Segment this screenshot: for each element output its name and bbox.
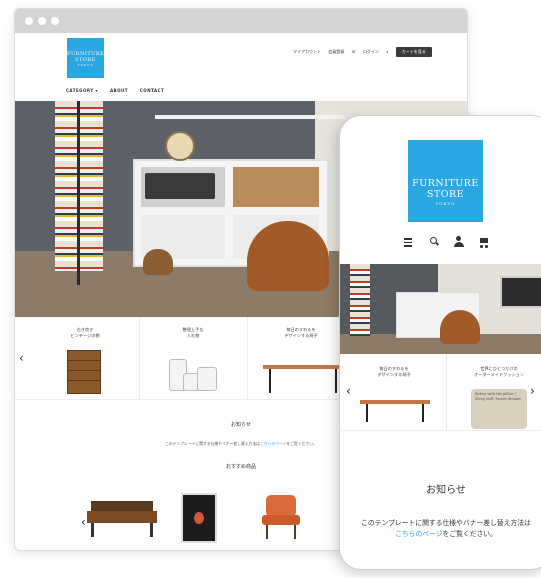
logo-line-1: FURNITURE [412,178,479,189]
window-dot-icon [25,17,33,25]
products-prev-icon[interactable]: ‹ [81,515,86,529]
category-label: 毎日のすわるを デザインする椅子 [377,366,411,377]
category-label: 世界にひとつだけの オーダーメイドクッション [473,366,525,377]
mobile-hero-image[interactable] [340,264,541,354]
utility-nav: マイアカウント 会員登録 or ログイン ⌕ カートを見る [293,47,438,57]
hero-pager [233,306,245,317]
store-logo[interactable]: FURNITURE STORE TOKYO [67,38,104,78]
cabinet-image [67,350,101,394]
news-text: このテンプレートに関する仕様やバナー差し替え方法はこちらのページをご覧ください。 [361,519,531,538]
window-dot-icon [38,17,46,25]
book-tower [350,264,370,336]
mobile-header-icons [402,236,492,248]
logo-line-3: TOKYO [77,63,94,67]
category-label: 整理上手な 入れ物 [182,327,204,338]
category-item[interactable]: 整理上手な 入れ物 [139,317,248,399]
cart-icon[interactable] [478,236,490,248]
storage-cell [233,167,319,207]
hero-pager [436,344,450,354]
category-item[interactable]: 世界にひとつだけの オーダーメイドクッション Better with the pi… [446,354,541,430]
book-tower-pole [77,101,80,285]
my-account-link[interactable]: マイアカウント [293,49,321,54]
nav-category[interactable]: CATEGORY ▾ [66,88,98,93]
window-dot-icon [51,17,59,25]
search-icon[interactable]: ⌕ [386,49,388,54]
logo-line-3: TOKYO [435,201,456,206]
hero-wall-shelf [155,115,345,119]
login-link[interactable]: ログイン [363,49,379,54]
bulldog [143,249,173,275]
register-link[interactable]: 会員登録 [328,49,344,54]
product-poster[interactable] [181,493,217,543]
carousel-next-icon[interactable]: › [530,384,535,398]
category-item[interactable]: 毎日のすわるを デザインする椅子 [342,354,446,430]
category-label: 古き良き ビンテージの棚 [70,327,100,338]
news-link[interactable]: こちらのページ [395,530,442,538]
bench-image [360,400,430,422]
lounge-chair [247,221,329,291]
monitor [500,276,541,308]
pillow-image: Better with the pillow / Sleep well, Swe… [471,389,527,429]
global-nav: CATEGORY ▾ ABOUT CONTACT [66,88,174,93]
product-bench[interactable] [87,501,157,537]
search-icon[interactable] [428,236,440,248]
lounge-chair [440,310,480,344]
cart-button[interactable]: カートを見る [395,47,432,57]
globe [165,131,195,161]
store-logo-mobile[interactable]: FURNITURE STORE TOKYO [408,140,483,222]
bench-image [263,365,343,393]
nav-about[interactable]: ABOUT [110,88,128,93]
or-text: or [351,49,356,54]
hamburger-menu-icon[interactable] [402,236,414,248]
browser-title-bar [15,9,467,33]
user-icon[interactable] [453,236,465,248]
nav-contact[interactable]: CONTACT [140,88,164,93]
category-item[interactable]: 古き良き ビンテージの棚 [31,317,140,399]
news-link[interactable]: こちらのページ [260,441,287,446]
printer [145,173,215,199]
product-armchair[interactable] [260,495,302,539]
logo-line-2: STORE [426,189,465,200]
news-heading: お知らせ [426,485,466,496]
mobile-category-carousel: ‹ 毎日のすわるを デザインする椅子 世界にひとつだけの オーダーメイドクッション … [340,354,541,431]
jars-image [169,355,217,391]
carousel-prev-icon[interactable]: ‹ [19,351,24,365]
mobile-phone-mockup: FURNITURE STORE TOKYO ‹ 毎日のすわるを デザインする椅子 … [339,115,541,570]
